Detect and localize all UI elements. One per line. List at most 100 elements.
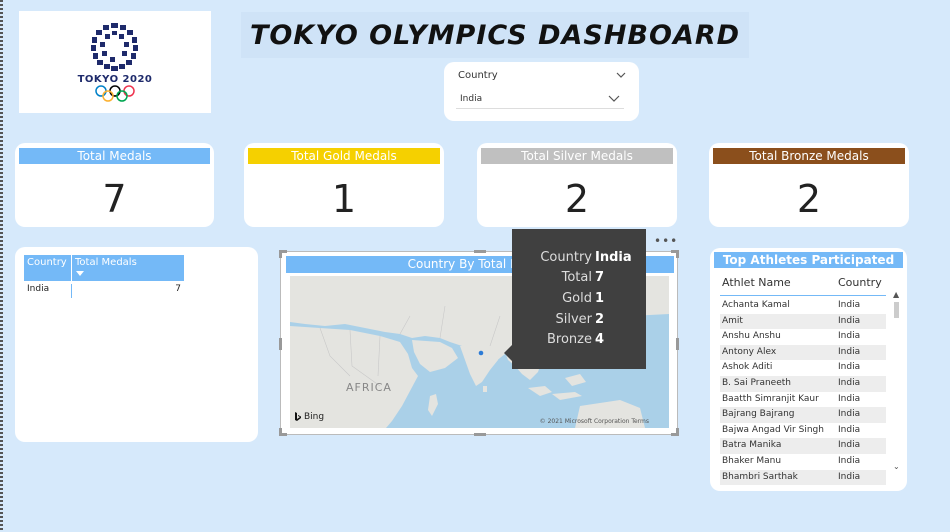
resize-handle[interactable] [279,338,282,350]
athlete-country: India [838,377,861,388]
country-slicer[interactable]: Country India [444,62,639,121]
table-row[interactable]: Batra Manika India [720,438,886,454]
sort-descending-icon[interactable] [76,271,84,276]
resize-handle[interactable] [279,250,282,258]
slicer-label: Country [458,70,498,81]
scroll-down-icon[interactable]: ⌄ [893,462,900,471]
column-header-athlete-name[interactable]: Athlet Name [722,276,791,289]
athlete-country: India [838,393,861,404]
map-tooltip: Country India Total 7 Gold 1 Silver 2 Br… [504,229,646,369]
resize-handle[interactable] [474,433,486,436]
tooltip-key: Gold [562,291,592,306]
athlete-country: India [838,346,861,357]
more-options-icon[interactable]: ••• [654,234,678,248]
table-cell-total: 7 [175,284,181,294]
map-point-india[interactable] [478,350,484,356]
athlete-name: Amit [722,315,743,326]
kpi-card-gold-medals[interactable]: Total Gold Medals 1 [244,143,444,227]
athlete-name: Anshu Anshu [722,331,781,342]
athlete-country: India [838,300,861,310]
kpi-label: Total Gold Medals [248,148,440,164]
athlete-name: Bhambri Sarthak [722,471,798,482]
tooltip-value: 7 [595,270,605,285]
athletes-title: Top Athletes Participated [714,252,903,268]
olympic-emblem-icon [91,22,138,71]
resize-handle[interactable] [676,250,679,258]
bing-logo: Bing [294,412,324,422]
dashboard-title: TOKYO OLYMPICS DASHBOARD [249,19,741,51]
resize-handle[interactable] [676,338,679,350]
kpi-value: 7 [102,177,127,221]
resize-handle[interactable] [279,428,282,436]
medal-table-card[interactable]: Country Total Medals India 7 [15,247,258,442]
olympic-rings-icon [95,84,135,102]
athlete-country: India [838,455,861,466]
athlete-name: Bajwa Angad Vir Singh [722,424,824,435]
bing-icon [295,412,301,421]
tooltip-key: Country [540,250,592,265]
column-header-country[interactable]: Country [24,255,72,281]
athletes-table-header[interactable]: Athlet Name Country [720,274,886,296]
athlete-country: India [838,424,861,435]
athlete-country: India [838,440,861,451]
table-row[interactable]: Amit India [720,313,886,330]
table-row[interactable]: Bajrang Bajrang India [720,407,886,423]
top-athletes-card[interactable]: Top Athletes Participated Athlet Name Co… [710,248,907,491]
tooltip-row: Gold 1 [512,291,646,311]
tooltip-key: Silver [555,312,592,327]
athlete-name: Antony Alex [722,346,777,357]
chevron-down-icon[interactable] [616,71,626,79]
athletes-table-body[interactable]: Achanta Kamal India Amit India Anshu Anshu… [720,298,886,486]
table-row[interactable]: Ashok Aditi India [720,360,886,376]
kpi-card-silver-medals[interactable]: Total Silver Medals 2 [477,143,677,227]
slicer-dropdown[interactable]: India [456,89,624,109]
map-region-label: AFRICA [346,381,392,394]
table-row[interactable]: Bhambri Sarthak India [720,469,886,486]
bing-label: Bing [304,412,325,422]
athlete-country: India [838,471,861,482]
athlete-name: Achanta Kamal [722,300,790,310]
athlete-country: India [838,331,861,342]
medal-table[interactable]: Country Total Medals India 7 [24,255,184,298]
canvas-border [0,0,3,532]
chevron-down-icon[interactable] [608,93,620,103]
resize-handle[interactable] [676,428,679,436]
tooltip-value: 1 [595,291,605,306]
column-header-country[interactable]: Country [838,276,882,289]
tooltip-value: 2 [595,312,605,327]
resize-handle[interactable] [474,250,486,253]
table-row[interactable]: India 7 [24,284,184,298]
athlete-country: India [838,409,861,420]
tooltip-row: Silver 2 [512,312,646,332]
athletes-scrollbar[interactable]: ▲ ⌄ [892,276,901,476]
column-header-total-medals[interactable]: Total Medals [72,255,184,281]
tooltip-row: Total 7 [512,270,646,290]
athlete-country: India [838,315,861,326]
table-row[interactable]: Bajwa Angad Vir Singh India [720,423,886,439]
tokyo-2020-logo: TOKYO 2020 [19,11,211,113]
athlete-name: Batra Manika [722,440,782,451]
table-row[interactable]: B. Sai Praneeth India [720,375,886,392]
table-row[interactable]: Bhaker Manu India [720,454,886,470]
athlete-name: B. Sai Praneeth [722,377,791,388]
map-credit[interactable]: © 2021 Microsoft Corporation Terms [540,418,649,425]
scroll-up-icon[interactable]: ▲ [893,290,899,299]
table-row[interactable]: Antony Alex India [720,344,886,361]
kpi-label: Total Bronze Medals [713,148,905,164]
table-row[interactable]: Anshu Anshu India [720,329,886,345]
kpi-card-total-medals[interactable]: Total Medals 7 [15,143,214,227]
kpi-value: 2 [564,177,590,221]
tooltip-caret [504,345,512,361]
tooltip-value: 4 [595,332,605,347]
athlete-name: Bhaker Manu [722,455,782,466]
kpi-card-bronze-medals[interactable]: Total Bronze Medals 2 [709,143,909,227]
table-row[interactable]: Baatth Simranjit Kaur India [720,392,886,408]
column-header-label: Total Medals [75,257,137,268]
tooltip-value: India [595,250,632,265]
athlete-name: Bajrang Bajrang [722,409,795,420]
table-row[interactable]: Achanta Kamal India [720,298,886,314]
scroll-thumb[interactable] [894,302,899,318]
tooltip-key: Total [561,270,592,285]
table-header[interactable]: Country Total Medals [24,255,184,281]
table-cell-country: India [24,284,72,298]
